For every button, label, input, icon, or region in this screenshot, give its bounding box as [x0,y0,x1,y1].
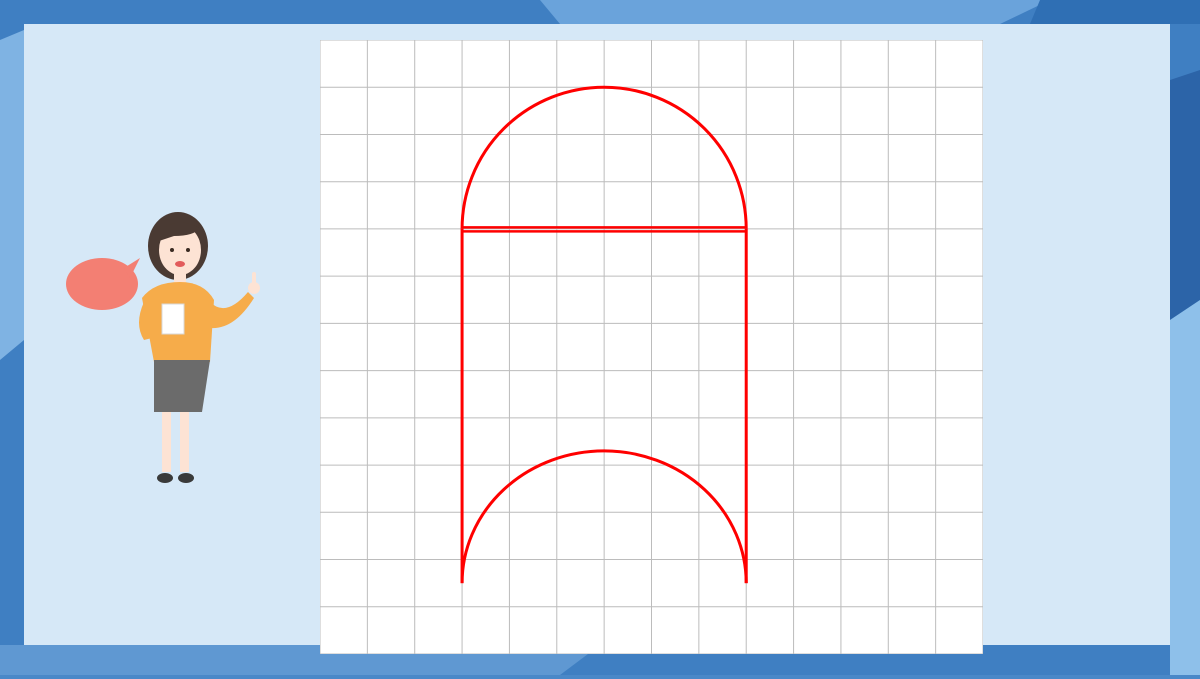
grid-diagram [320,40,983,654]
teacher-illustration [64,206,268,496]
frame-wave-left [0,30,24,360]
speech-bubble-icon [66,258,140,310]
frame-wave-top-right [1030,0,1200,24]
teacher-figure-icon [139,212,260,483]
frame-wave-right [1170,70,1200,320]
frame-wave-top [540,0,1050,24]
frame-wave-right-low [1170,300,1200,675]
grid-paper [320,40,983,654]
